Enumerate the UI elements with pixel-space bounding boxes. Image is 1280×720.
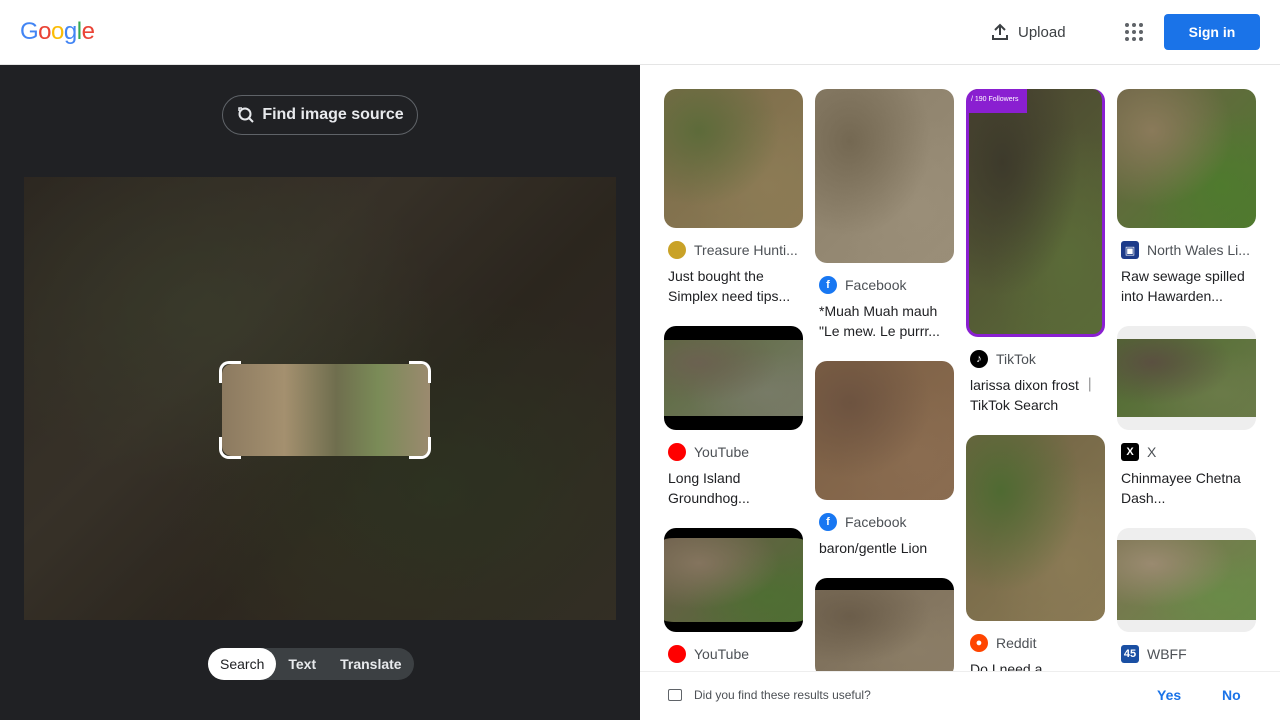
facebook-icon: f [819, 276, 837, 294]
result-thumbnail[interactable] [1117, 89, 1256, 228]
result-thumbnail[interactable]: / 190 Followers [966, 89, 1105, 337]
tab-translate[interactable]: Translate [328, 648, 413, 680]
result-caption[interactable]: Just bought the Simplex need tips... [664, 266, 803, 306]
result-source: X [1147, 444, 1157, 460]
crop-handle-top-right[interactable] [409, 361, 431, 383]
result-thumbnail[interactable] [815, 89, 954, 263]
northwales-icon: ▣ [1121, 241, 1139, 259]
result-source: WBFF [1147, 646, 1187, 662]
google-logo[interactable]: Google [20, 18, 95, 46]
result-card[interactable]: f Facebook baron/gentle Lion [815, 361, 954, 558]
result-source: YouTube [694, 444, 750, 460]
result-thumbnail[interactable] [1117, 326, 1256, 430]
crop-handle-bottom-right[interactable] [409, 437, 431, 459]
selected-region[interactable] [222, 364, 430, 456]
x-icon: X [1121, 443, 1139, 461]
result-source: TikTok [996, 351, 1036, 367]
tiktok-icon: ♪ [970, 350, 988, 368]
result-source: Treasure Hunti... [694, 242, 798, 258]
result-card[interactable]: YouTube Long Island Groundhog... [664, 326, 803, 508]
top-bar: Google Upload Sign in [0, 0, 1280, 65]
result-card[interactable]: YouTube [664, 528, 803, 664]
result-card[interactable]: 45 WBFF [1117, 528, 1256, 664]
result-source: North Wales Li... [1147, 242, 1250, 258]
sign-in-button[interactable]: Sign in [1164, 14, 1260, 50]
result-caption[interactable]: Long Island Groundhog... [664, 468, 803, 508]
google-apps-icon[interactable] [1118, 18, 1146, 46]
crop-handle-bottom-left[interactable] [219, 437, 241, 459]
wbff-icon: 45 [1121, 645, 1139, 663]
facebook-icon: f [819, 513, 837, 531]
youtube-icon [668, 645, 686, 663]
result-card[interactable]: ▣ North Wales Li... Raw sewage spilled in… [1117, 89, 1256, 306]
treasure-icon [668, 241, 686, 259]
result-thumbnail[interactable] [1117, 528, 1256, 632]
feedback-icon [668, 689, 682, 701]
find-source-label: Find image source [262, 106, 404, 123]
result-caption[interactable]: baron/gentle Lion [815, 538, 954, 558]
feedback-question: Did you find these results useful? [694, 688, 871, 702]
result-card[interactable] [815, 578, 954, 678]
result-thumbnail[interactable] [664, 326, 803, 430]
tab-search[interactable]: Search [208, 648, 277, 680]
youtube-icon [668, 443, 686, 461]
result-source: YouTube [694, 646, 750, 662]
followers-tag: / 190 Followers [969, 89, 1027, 113]
result-caption[interactable]: *Muah Muah mauh "Le mew. Le purrr... [815, 301, 954, 341]
upload-icon [992, 23, 1008, 40]
result-thumbnail[interactable] [815, 361, 954, 500]
result-card[interactable]: ● Reddit Do I need a [966, 435, 1105, 679]
result-thumbnail[interactable] [966, 435, 1105, 621]
reddit-icon: ● [970, 634, 988, 652]
result-card[interactable]: / 190 Followers ♪ TikTok larissa dixon fr… [966, 89, 1105, 415]
feedback-no-button[interactable]: No [1222, 687, 1241, 703]
result-caption[interactable]: Chinmayee Chetna Dash... [1117, 468, 1256, 508]
results-panel: Treasure Hunti... Just bought the Simple… [640, 65, 1280, 720]
result-card[interactable]: f Facebook *Muah Muah mauh "Le mew. Le pu… [815, 89, 954, 341]
crop-handle-top-left[interactable] [219, 361, 241, 383]
lens-search-icon [238, 107, 255, 123]
query-panel: Find image source Search Text Translate [0, 65, 640, 720]
upload-label: Upload [1018, 23, 1066, 41]
result-source: Facebook [845, 514, 907, 530]
result-card[interactable]: Treasure Hunti... Just bought the Simple… [664, 89, 803, 306]
result-source: Facebook [845, 277, 907, 293]
result-caption[interactable]: Raw sewage spilled into Hawarden... [1117, 266, 1256, 306]
feedback-yes-button[interactable]: Yes [1157, 687, 1181, 703]
mode-tabs: Search Text Translate [208, 648, 414, 680]
tab-text[interactable]: Text [276, 648, 328, 680]
upload-button[interactable]: Upload [990, 18, 1066, 46]
result-thumbnail[interactable] [815, 578, 954, 678]
result-thumbnail[interactable] [664, 528, 803, 632]
result-card[interactable]: XX Chinmayee Chetna Dash... [1117, 326, 1256, 508]
query-image[interactable] [24, 177, 616, 620]
result-caption[interactable]: larissa dixon frost ｜TikTok Search [966, 375, 1105, 415]
find-image-source-button[interactable]: Find image source [222, 95, 418, 135]
result-thumbnail[interactable] [664, 89, 803, 228]
feedback-bar: Did you find these results useful? Yes N… [640, 671, 1280, 720]
result-source: Reddit [996, 635, 1037, 651]
